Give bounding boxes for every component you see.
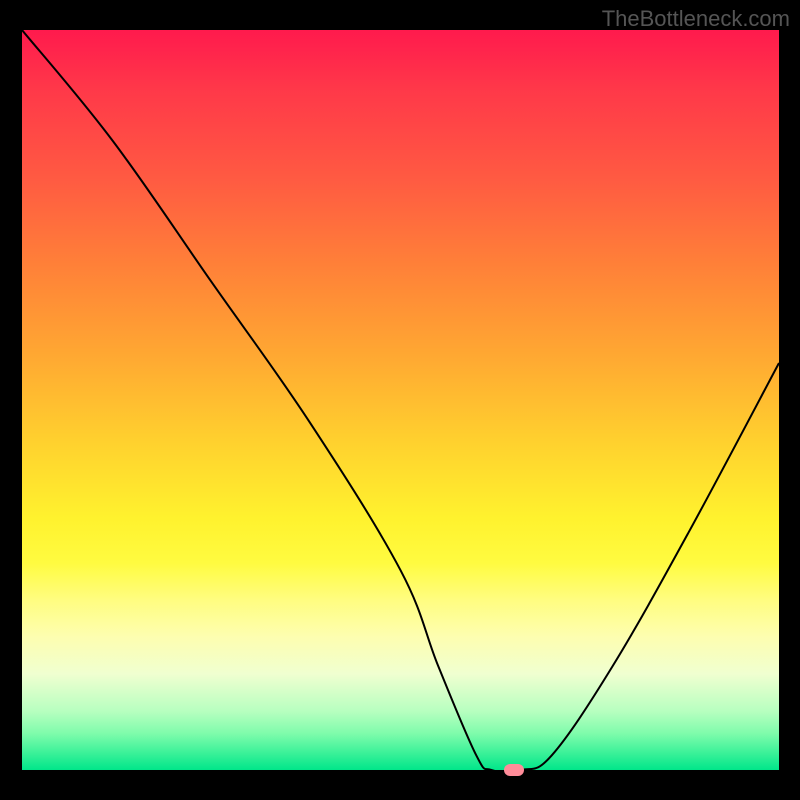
bottleneck-chart [22, 30, 779, 770]
bottleneck-curve-path [22, 30, 779, 770]
curve-svg [22, 30, 779, 770]
watermark-text: TheBottleneck.com [602, 6, 790, 32]
optimal-marker [504, 764, 524, 776]
